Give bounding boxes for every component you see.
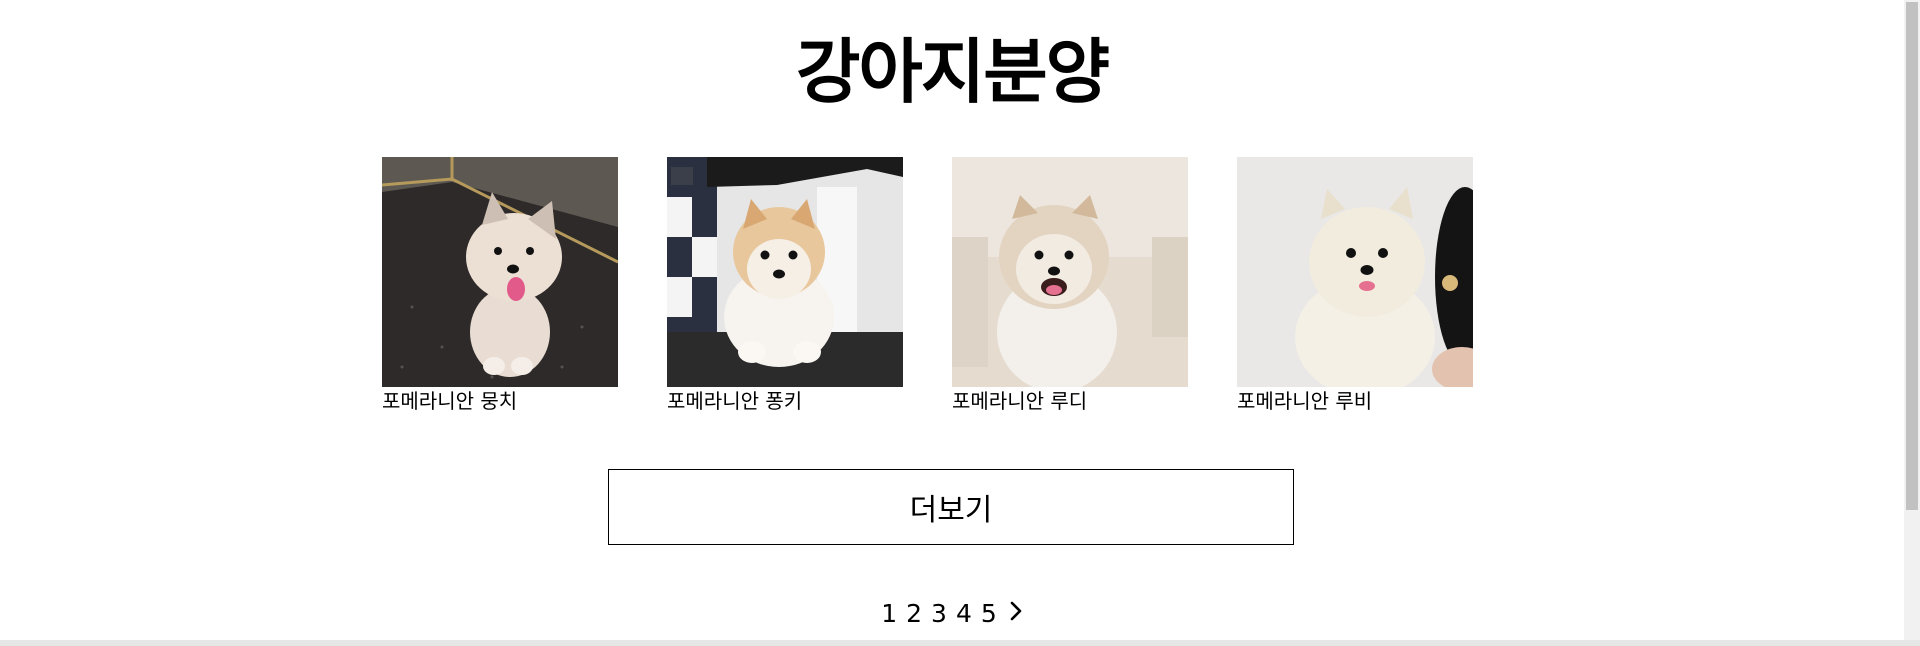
page-link-4[interactable]: 4 — [956, 599, 972, 628]
puppy-name[interactable]: 포메라니안 루비 — [1237, 388, 1473, 414]
page-link-2[interactable]: 2 — [906, 599, 922, 628]
puppy-grid: 포메라니안 뭉치 포메라니안 퐁키 포메라니안 루디 포메라니안 루비 — [382, 157, 1473, 417]
scrollbar-thumb[interactable] — [1906, 2, 1918, 510]
chevron-right-icon — [1009, 599, 1023, 628]
vertical-scrollbar[interactable] — [1904, 0, 1920, 640]
puppy-card[interactable]: 포메라니안 루디 — [952, 157, 1188, 414]
pagination: 1 2 3 4 5 — [0, 596, 1904, 630]
page-link-1[interactable]: 1 — [881, 599, 897, 628]
puppy-photo[interactable] — [382, 157, 618, 387]
puppy-name[interactable]: 포메라니안 퐁키 — [667, 388, 903, 414]
puppy-card[interactable]: 포메라니안 퐁키 — [667, 157, 903, 414]
page-title: 강아지분양 — [796, 31, 1110, 113]
horizontal-scrollbar[interactable] — [0, 640, 1920, 646]
puppy-name[interactable]: 포메라니안 루디 — [952, 388, 1188, 414]
puppy-photo[interactable] — [667, 157, 903, 387]
page-link-3[interactable]: 3 — [931, 599, 947, 628]
more-button[interactable]: 더보기 — [608, 469, 1294, 545]
puppy-name[interactable]: 포메라니안 뭉치 — [382, 388, 618, 414]
page-content: 강아지분양 포메라니안 뭉치 포메라니안 퐁키 포메라니안 루디 포메라니안 루… — [0, 0, 1904, 640]
puppy-card[interactable]: 포메라니안 뭉치 — [382, 157, 618, 414]
puppy-photo[interactable] — [952, 157, 1188, 387]
puppy-card[interactable]: 포메라니안 루비 — [1237, 157, 1473, 414]
page-link-5[interactable]: 5 — [981, 599, 997, 628]
puppy-photo[interactable] — [1237, 157, 1473, 387]
next-page-button[interactable] — [1009, 599, 1023, 628]
